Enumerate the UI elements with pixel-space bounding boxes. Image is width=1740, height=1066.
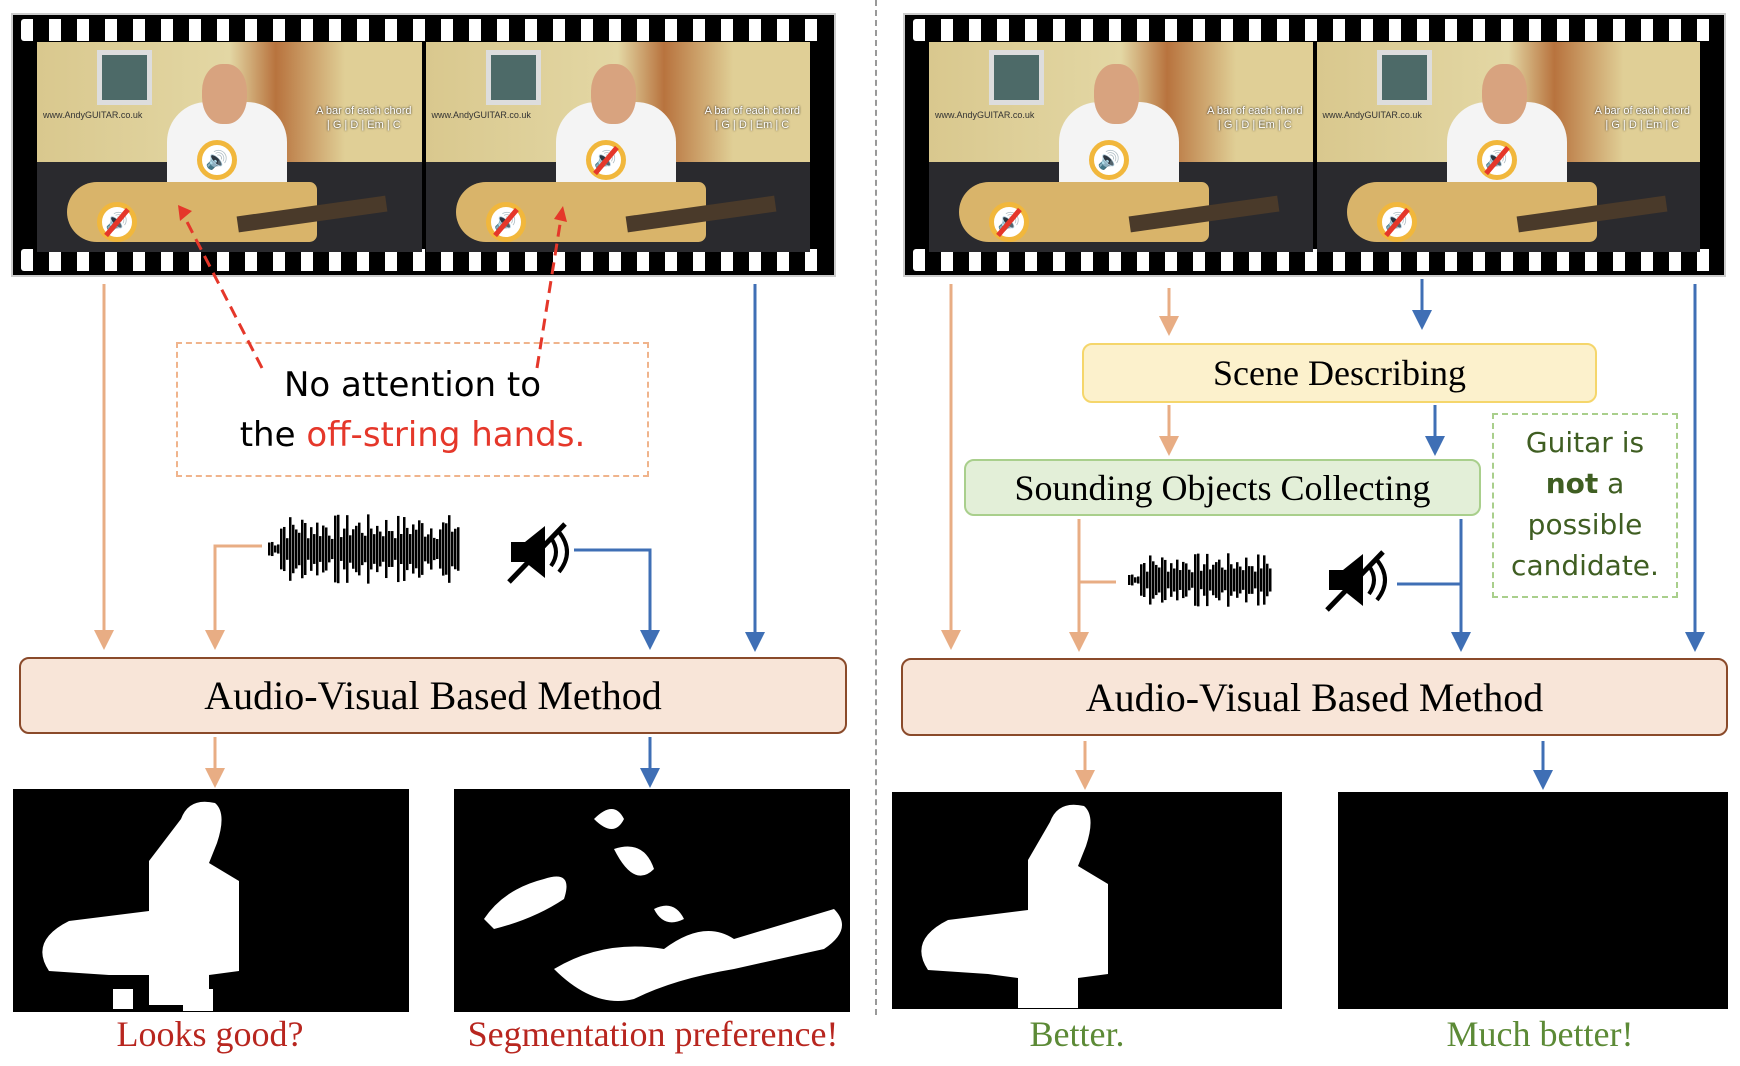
scene-describing-box: Scene Describing [1082, 343, 1597, 403]
mask-right-2 [1338, 792, 1728, 1009]
caption-segmentation-preference: Segmentation preference! [467, 1014, 839, 1054]
candidate-note-text: Guitar is not a possible candidate. [1511, 426, 1659, 582]
mask-right-1 [892, 792, 1282, 1009]
av-method-box-right: Audio-Visual Based Method [901, 658, 1728, 736]
mute-icon [1325, 550, 1387, 612]
caption-much-better: Much better! [1446, 1014, 1634, 1054]
waveform-icon [268, 514, 460, 584]
av-method-box-left: Audio-Visual Based Method [19, 657, 847, 734]
caption-looks-good: Looks good? [116, 1014, 304, 1054]
mask-left-2 [454, 789, 850, 1012]
caption-better: Better. [1029, 1014, 1125, 1054]
sounding-objects-box: Sounding Objects Collecting [964, 459, 1481, 516]
waveform-icon [1128, 553, 1272, 607]
mute-icon [507, 522, 569, 584]
mask-left-1 [13, 789, 409, 1012]
